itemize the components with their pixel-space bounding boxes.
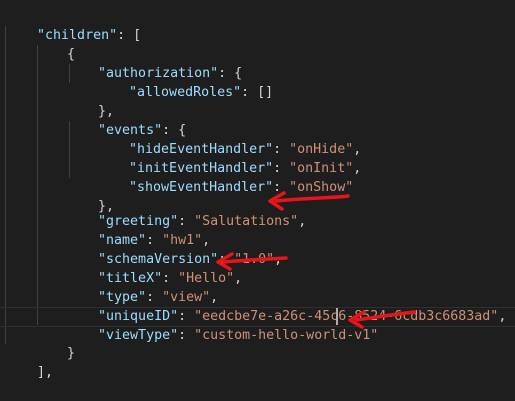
code-line: } bbox=[35, 325, 75, 361]
code-line: "viewType": "custom-hello-world-v1" bbox=[66, 307, 378, 343]
red-arrow-viewType-icon bbox=[348, 310, 416, 329]
code-line: "initEventHandler": "onInit", bbox=[97, 140, 361, 176]
json-punctuation: , bbox=[298, 214, 307, 229]
code-line: "allowedRoles": [] bbox=[97, 64, 273, 100]
json-key: "viewType" bbox=[98, 328, 179, 343]
json-punctuation: : [ bbox=[117, 28, 142, 43]
code-editor[interactable]: "children": [ { "authorization": { "allo… bbox=[0, 0, 515, 380]
indent-guide bbox=[5, 26, 6, 344]
text-cursor bbox=[336, 308, 338, 325]
json-key: "allowedRoles" bbox=[129, 85, 242, 100]
code-line: "uniqueID": "eedcbe7e-a26c-45c6-8524-6cd… bbox=[66, 288, 506, 324]
json-punctuation: ], bbox=[37, 365, 54, 380]
code-line: "name": "hw1", bbox=[66, 212, 210, 248]
json-punctuation: : bbox=[178, 328, 195, 343]
code-line: "showEventHandler": "onShow" bbox=[97, 159, 353, 195]
code-line: "type": "view", bbox=[66, 269, 218, 305]
code-line: "authorization": { bbox=[66, 45, 242, 81]
code-line: ], bbox=[5, 344, 53, 380]
code-line: "hideEventHandler": "onHide", bbox=[97, 121, 361, 157]
red-arrow-greeting-icon bbox=[268, 191, 350, 211]
red-arrow-titleX-icon bbox=[216, 252, 288, 271]
code-line: { bbox=[35, 26, 75, 62]
indent-guide bbox=[37, 45, 38, 325]
json-punctuation: , bbox=[353, 161, 362, 176]
code-line: }, bbox=[66, 83, 114, 119]
json-punctuation: } bbox=[67, 346, 76, 361]
json-punctuation: : [] bbox=[241, 85, 274, 100]
code-line: "schemaVersion": "1.0", bbox=[66, 231, 282, 267]
json-string-value: "custom-hello-world-v1" bbox=[194, 328, 379, 343]
json-punctuation: , bbox=[234, 271, 243, 286]
code-line: "events": { bbox=[66, 102, 186, 138]
json-punctuation: , bbox=[498, 309, 507, 324]
code-line: "children": [ bbox=[5, 7, 141, 43]
